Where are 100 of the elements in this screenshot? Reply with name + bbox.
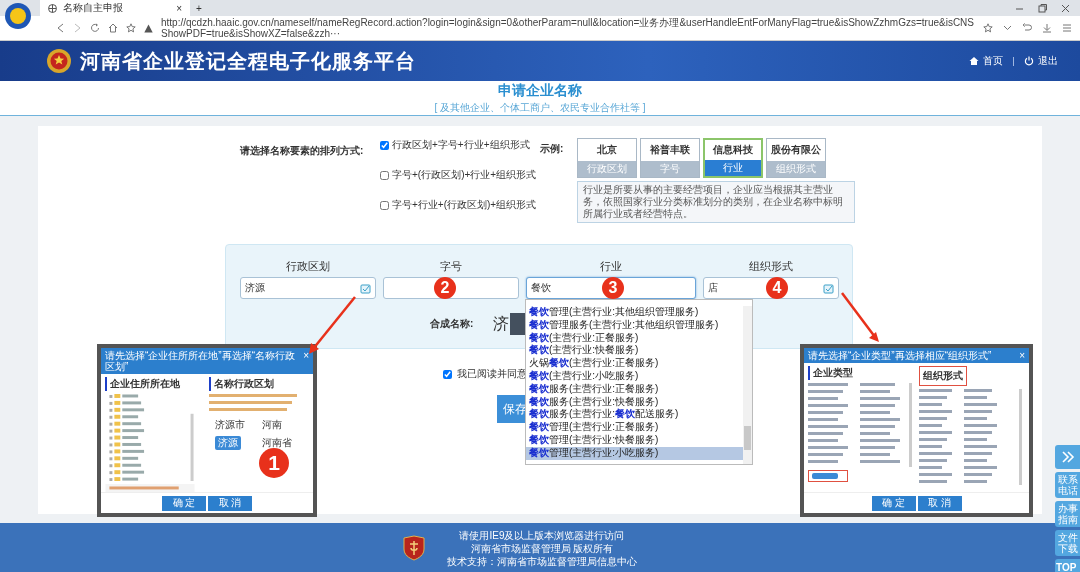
example-card[interactable]: 北京 行政区划 [577, 138, 637, 178]
reload-icon[interactable] [90, 23, 100, 33]
example-sample: 北京 [596, 143, 618, 157]
footer-text: 请使用IE9及以上版本浏览器进行访问 [459, 528, 625, 542]
scrollbar[interactable] [743, 306, 752, 464]
step-marker: 4 [766, 277, 788, 299]
dialog-title: 请先选择“企业类型”再选择相应“组织形式” [808, 350, 992, 361]
home-icon[interactable] [108, 23, 118, 33]
field-label: 组织形式 [748, 259, 794, 274]
chevron-down-icon[interactable] [1003, 23, 1012, 33]
power-icon [1024, 56, 1034, 66]
option-label: 字号+行业+(行政区划)+组织形式 [392, 198, 537, 212]
input-field[interactable]: 济源 [240, 277, 376, 299]
input-field[interactable]: 餐饮 3 [526, 277, 696, 299]
agreement-label: 我已阅读并同意 [457, 367, 527, 381]
tab-title: 名称自主申报 [63, 1, 124, 15]
composed-name-value: 济 [493, 313, 510, 334]
arrow [309, 296, 356, 354]
nav-link[interactable]: 首页 [969, 54, 1003, 68]
suggestion-item[interactable]: 餐饮管理(主营行业:快餐服务) [526, 433, 743, 447]
nav-link[interactable]: 退出 [1024, 54, 1058, 68]
pane-heading: 组织形式 [918, 366, 967, 386]
close-button[interactable]: × [303, 350, 309, 361]
address-field[interactable]: http://qcdzh.haaic.gov.cn/nameself/nameRegRecord.action?login=login&sign=0&otherParam=null&location=业务办理&userHandleEntForManyFlag=true&isShowZzhmGzs=true&isCNSShowPDF=true&isShowXZ=false&zzh··· [161, 17, 975, 39]
region-option[interactable]: 济源市 [215, 418, 262, 432]
composed-name-label: 合成名称: [430, 317, 474, 331]
example-sample: 股份有限公 [770, 143, 822, 157]
close-icon[interactable] [1061, 3, 1070, 13]
example-sample: 裕普丰联 [649, 143, 691, 157]
suggestion-item[interactable]: 餐饮管理服务(主营行业:其他组织管理服务) [526, 318, 743, 332]
double-chevron-icon [1060, 450, 1075, 464]
site-title: 河南省企业登记全程电子化服务平台 [80, 48, 416, 74]
suggestion-item[interactable]: 餐饮管理(主营行业:正餐服务) [526, 421, 743, 434]
example-tab-label: 组织形式 [767, 161, 825, 177]
step-marker: 1 [259, 448, 289, 478]
suggestion-item[interactable]: 餐饮管理(主营行业:其他组织管理服务) [526, 306, 743, 319]
checkbox[interactable] [380, 200, 389, 210]
province-label: 河南 [262, 418, 283, 432]
hint-text: 行业是所要从事的主要经营项目，企业应当根据其主营业务，依照国家行业分类标准划分的类别，在企业名称中标明所属行业或者经营特点。 [577, 181, 855, 223]
suggestion-item[interactable]: 火锅餐饮(主营行业:正餐服务) [526, 357, 743, 370]
pane-heading: 企业住所所在地 [105, 377, 205, 391]
dialog-button[interactable]: 确 定 [162, 495, 206, 511]
input-field[interactable]: 店 4 [703, 277, 839, 299]
home-icon [969, 56, 979, 66]
star-icon[interactable] [983, 23, 993, 33]
suggestion-item[interactable]: 餐饮服务(主营行业:正餐服务) [526, 382, 743, 396]
suggestion-item[interactable]: 餐饮管理(主营行业:小吃服务) [526, 446, 743, 460]
star-icon[interactable] [126, 23, 136, 33]
new-tab-button[interactable]: + [196, 2, 202, 14]
browser-tab[interactable]: 名称自主申报 × [40, 0, 190, 16]
example-label: 示例: [540, 142, 565, 156]
page-title: 申请企业名称 [498, 81, 582, 100]
order-label: 请选择名称要素的排列方式: [240, 144, 365, 158]
example-tab-label: 行业 [705, 160, 761, 176]
footer-text: 河南省市场监督管理局 版权所有 [470, 541, 614, 555]
region-option[interactable]: 济源 [215, 436, 241, 450]
option-label: 行政区划+字号+行业+组织形式 [392, 138, 530, 152]
picker-icon[interactable] [360, 282, 371, 294]
step-marker: 3 [602, 277, 624, 299]
picker-icon[interactable] [823, 282, 834, 294]
example-sample: 信息科技 [712, 143, 754, 157]
browser-logo-icon[interactable] [4, 2, 32, 30]
globe-icon [48, 3, 57, 13]
example-tab-label: 行政区划 [578, 161, 636, 177]
example-tab-label: 字号 [641, 161, 699, 177]
back-icon[interactable] [56, 23, 65, 33]
checkbox[interactable] [380, 140, 389, 150]
option-label: 字号+(行政区划)+行业+组织形式 [392, 168, 537, 182]
emblem-icon [46, 48, 72, 74]
field-label: 行业 [599, 259, 623, 274]
tab-close-button[interactable]: × [176, 2, 182, 14]
undo-icon[interactable] [1022, 23, 1032, 33]
dialog-button[interactable]: 取 消 [917, 495, 962, 511]
suggestion-item[interactable]: 餐饮(主营行业:小吃服务) [526, 370, 743, 383]
dialog-button[interactable]: 确 定 [871, 495, 916, 511]
pane-heading: 名称行政区划 [209, 377, 309, 391]
arrow [841, 292, 879, 342]
dialog-title: 请先选择“企业住所所在地”再选择“名称行政区划” [105, 350, 296, 372]
step-marker: 2 [434, 277, 456, 299]
expand-button[interactable] [1055, 445, 1080, 469]
close-button[interactable]: × [1019, 350, 1025, 361]
province-label: 河南省 [262, 436, 293, 450]
pane-heading: 企业类型 [808, 366, 915, 380]
checkbox[interactable] [443, 369, 452, 379]
footer-text: 技术支持：河南省市场监督管理局信息中心 [447, 554, 637, 568]
suggestion-item[interactable]: 餐饮(主营行业:正餐服务) [526, 331, 743, 345]
restore-icon[interactable] [1038, 3, 1047, 13]
scrollbar-thumb[interactable] [744, 426, 751, 450]
example-card[interactable]: 股份有限公 组织形式 [766, 138, 826, 178]
selected-type-drawing [808, 470, 848, 482]
page-subtitle: [ 及其他企业、个体工商户、农民专业合作社等 ] [434, 100, 646, 115]
warning-icon [144, 23, 153, 33]
field-label: 字号 [439, 259, 463, 274]
checkbox[interactable] [380, 170, 389, 180]
shield-icon [403, 535, 425, 561]
suggestion-item[interactable]: 餐饮(主营行业:快餐服务) [526, 344, 743, 358]
dialog-button[interactable]: 取 消 [208, 495, 252, 511]
input-field[interactable]: 2 [383, 277, 519, 299]
example-card[interactable]: 裕普丰联 字号 [640, 138, 700, 178]
example-card[interactable]: 信息科技 行业 [703, 138, 763, 178]
